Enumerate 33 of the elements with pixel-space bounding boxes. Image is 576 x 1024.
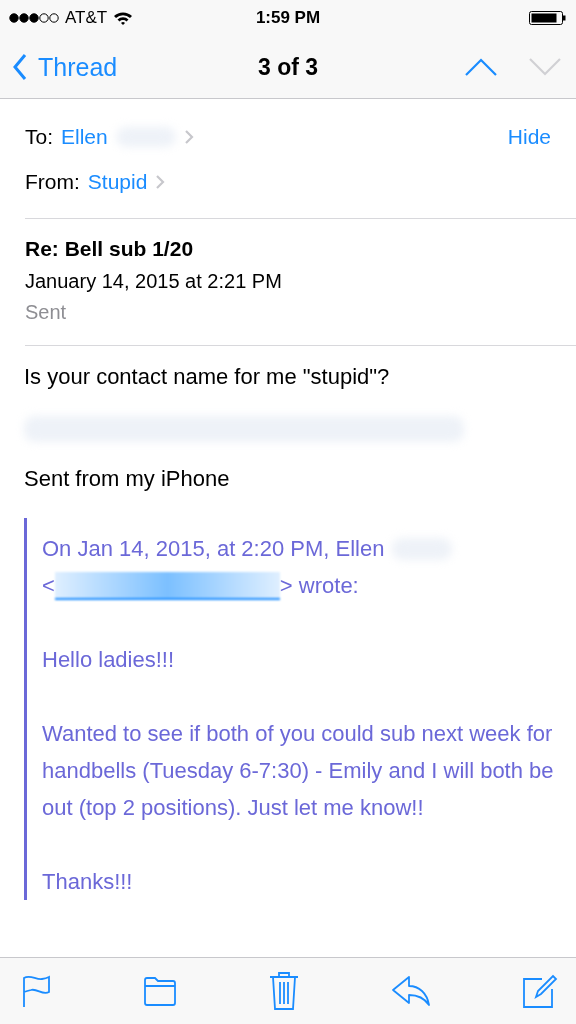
status-time: 1:59 PM — [255, 8, 321, 28]
compose-icon[interactable] — [522, 973, 558, 1009]
message-counter: 3 of 3 — [257, 53, 319, 81]
chevron-right-icon — [183, 128, 194, 145]
signature: Sent from my iPhone — [24, 465, 231, 493]
sent-date: January 14, 2015 at 2:21 PM — [25, 269, 283, 294]
previous-message-button[interactable] — [464, 57, 498, 77]
battery-icon — [529, 10, 567, 26]
sender-link[interactable]: Stupid — [87, 170, 148, 194]
message-text: Is your contact name for me "stupid"? — [24, 363, 391, 391]
reply-icon[interactable] — [391, 975, 431, 1007]
wifi-icon — [113, 10, 134, 26]
chevron-left-icon — [12, 53, 28, 81]
subject: Re: Bell sub 1/20 — [25, 236, 195, 262]
trash-icon[interactable] — [268, 971, 300, 1011]
quote-paragraph: Hello ladies!!! — [42, 646, 176, 674]
chevron-right-icon — [155, 174, 166, 190]
quote-wrote: > wrote: — [279, 572, 359, 600]
hide-link[interactable]: Hide — [507, 124, 551, 149]
quote-paragraph: Wanted to see if both of you could sub next week for handbells (Tuesday 6-7:30) - Emily and I will both be out (top 2 positions). Just let me know!! — [42, 720, 555, 822]
angle-bracket: < — [42, 572, 55, 600]
recipient-link[interactable]: Ellen — [61, 124, 108, 149]
from-label: From: — [25, 170, 80, 194]
flag-icon[interactable] — [22, 974, 52, 1008]
mailbox-name: Sent — [25, 300, 68, 325]
quote-attribution: On Jan 14, 2015, at 2:20 PM, Ellen — [42, 535, 385, 563]
signal-icon — [9, 12, 59, 24]
quote-paragraph: Thanks!!! — [42, 868, 134, 896]
folder-icon[interactable] — [143, 976, 177, 1006]
back-button[interactable]: Thread — [12, 52, 118, 82]
carrier-name: AT&T — [65, 8, 108, 28]
to-label: To: — [25, 124, 53, 149]
blurred-email-link[interactable] — [54, 571, 280, 600]
